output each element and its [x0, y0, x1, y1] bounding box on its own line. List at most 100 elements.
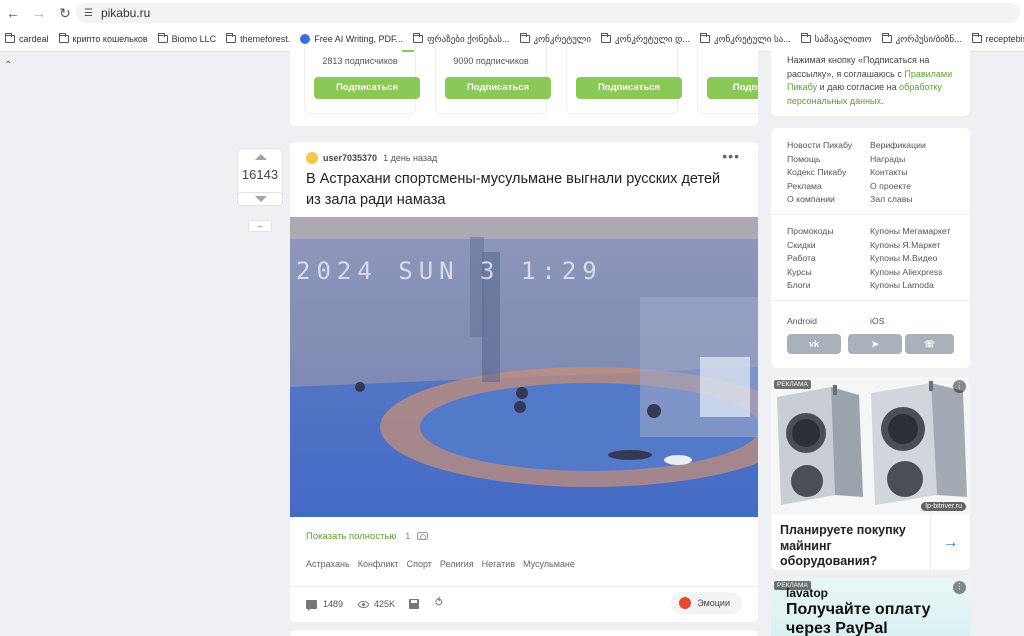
footer-link[interactable]: Курсы [787, 266, 834, 280]
android-link[interactable]: Android [787, 316, 817, 326]
views-count: 425K [374, 599, 396, 609]
folder-icon [5, 33, 15, 43]
bookmark-item[interactable]: крипто кошельков [54, 29, 153, 49]
vk-icon[interactable]: vk [787, 334, 841, 354]
subscribe-button[interactable]: Подписаться [576, 77, 682, 99]
bookmark-item[interactable]: cardeal [0, 29, 54, 49]
ad-brand: lavatop [786, 586, 829, 600]
links-column: Промокоды Скидки Работа Курсы Блоги [787, 225, 834, 293]
back-icon[interactable]: ← [0, 0, 26, 26]
footer-link[interactable]: Кодекс Пикабу [787, 166, 852, 180]
divider [771, 214, 970, 215]
footer-link[interactable]: Купоны М.Видео [870, 252, 950, 266]
subscribe-button[interactable]: Подписаться [314, 77, 420, 99]
url-text: pikabu.ru [100, 6, 151, 20]
footer-link[interactable]: О проекте [870, 180, 926, 194]
ad-menu-icon[interactable]: ⋮ [953, 380, 966, 393]
bookmark-item[interactable]: themeforest. [221, 29, 295, 49]
footer-link[interactable]: Работа [787, 252, 834, 266]
comment-icon [306, 599, 317, 611]
bookmark-label: receptebis sati [985, 34, 1024, 44]
ad-text[interactable]: Планируете покупку майнинг оборудования? [780, 523, 930, 570]
bookmark-label: ფრაზები ქონებას... [427, 33, 510, 44]
tag-link[interactable]: Мусульмане [523, 559, 575, 569]
ad-menu-icon[interactable]: ⋮ [953, 581, 966, 594]
bookmark-item[interactable]: Biomo LLC [153, 29, 222, 49]
tag-list: Астрахань Конфликт Спорт Религия Негатив Мусу… [306, 559, 583, 569]
footer-link[interactable]: Зал славы [870, 193, 926, 207]
bookmark-label: крипто кошельков [72, 34, 148, 44]
footer-link[interactable]: Верификации [870, 139, 926, 153]
ad-banner-paypal[interactable]: РЕКЛАМА ⋮ lavatop Получайте оплату через… [771, 578, 970, 636]
tag-link[interactable]: Негатив [482, 559, 515, 569]
emotions-button[interactable]: Эмоции [671, 592, 742, 614]
consent-text: Нажимая кнопку «Подписаться на рассылку»… [787, 54, 962, 108]
folder-icon [413, 33, 424, 43]
subscribers-count: 2813 подписчиков [322, 56, 398, 66]
footer-link[interactable]: Промокоды [787, 225, 834, 239]
folder-icon [601, 33, 612, 43]
bookmark-label: კონკრეტული სა... [713, 33, 791, 44]
footer-link[interactable]: Контакты [870, 166, 926, 180]
footer-link[interactable]: Купоны Lamoda [870, 279, 950, 293]
url-bar[interactable]: ☰ pikabu.ru [76, 3, 1020, 23]
ios-link[interactable]: iOS [870, 316, 884, 326]
tag-link[interactable]: Религия [440, 559, 474, 569]
folder-icon [157, 33, 168, 43]
share-button[interactable]: ⥀ [435, 596, 443, 609]
downvote-button[interactable] [237, 192, 283, 206]
reload-icon[interactable]: ↻ [52, 0, 78, 26]
footer-link[interactable]: Купоны Мегамаркет [870, 225, 950, 239]
globe-icon [300, 34, 311, 44]
post-title[interactable]: В Астрахани спортсмены-мусульмане выгнал… [306, 169, 736, 211]
show-full-link[interactable]: Показать полностью 1 [306, 531, 429, 542]
bookmark-item[interactable]: receptebis sati [967, 29, 1024, 49]
community-card: Подпи [697, 44, 758, 114]
arrow-right-icon[interactable]: → [930, 515, 970, 570]
tag-link[interactable]: Астрахань [306, 559, 350, 569]
more-options-icon[interactable]: ••• [722, 148, 740, 164]
footer-link[interactable]: Новости Пикабу [787, 139, 852, 153]
telegram-icon[interactable]: ➤ [848, 334, 902, 354]
subscriptions-card: 2813 подписчиков Подписаться 9090 подпис… [290, 44, 758, 126]
hide-post-button[interactable]: – [248, 220, 272, 232]
post-video[interactable]: 2024 SUN 3 1:29 [290, 217, 758, 517]
subscribe-button[interactable]: Подпи [707, 77, 758, 99]
tag-link[interactable]: Спорт [407, 559, 432, 569]
consent-card: Нажимая кнопку «Подписаться на рассылку»… [771, 44, 970, 116]
share-icon: ⥀ [435, 597, 443, 609]
post-footer: 1489 425K ⥀ Эмоции [290, 586, 758, 622]
ad-banner-mining[interactable]: РЕКЛАМА ⋮ lp-bitriver.ru Планируете поку… [771, 377, 970, 570]
community-card: Подписаться [566, 44, 682, 114]
bookmark-label: Biomo LLC [171, 34, 217, 44]
ad-text[interactable]: Получайте оплату через PayPal [786, 600, 966, 636]
avatar[interactable] [306, 152, 318, 164]
eye-icon [358, 600, 369, 608]
subscribe-button[interactable]: Подписаться [445, 77, 551, 99]
consent-middle: и даю согласие на [817, 82, 900, 92]
footer-link[interactable]: Реклама [787, 180, 852, 194]
ad-domain[interactable]: lp-bitriver.ru [921, 502, 966, 511]
footer-link[interactable]: Купоны Я.Маркет [870, 239, 950, 253]
footer-link[interactable]: Блоги [787, 279, 834, 293]
upvote-icon[interactable] [255, 154, 267, 160]
footer-link[interactable]: О компании [787, 193, 852, 207]
footer-link[interactable]: Помощь [787, 153, 852, 167]
forward-icon[interactable]: → [26, 0, 52, 26]
tag-link[interactable]: Конфликт [358, 559, 399, 569]
bookmark-label: კორპუსი/ბიზნ... [895, 33, 962, 44]
viber-icon[interactable]: ☏ [905, 334, 954, 354]
site-info-icon[interactable]: ☰ [84, 8, 93, 19]
footer-link[interactable]: Скидки [787, 239, 834, 253]
comments-button[interactable]: 1489 [306, 599, 343, 611]
show-full-label[interactable]: Показать полностью [306, 531, 397, 542]
save-button[interactable] [409, 599, 419, 609]
bookmark-label: კონკრეტული დ... [615, 33, 690, 44]
footer-link[interactable]: Награды [870, 153, 926, 167]
collapse-icon[interactable]: ⌃ [4, 60, 12, 71]
divider [771, 300, 970, 301]
author-link[interactable]: user7035370 [323, 153, 377, 163]
gym-scene-image: 2024 SUN 3 1:29 [290, 217, 758, 517]
footer-link[interactable]: Купоны Aliexpress [870, 266, 950, 280]
folder-icon [881, 33, 892, 43]
